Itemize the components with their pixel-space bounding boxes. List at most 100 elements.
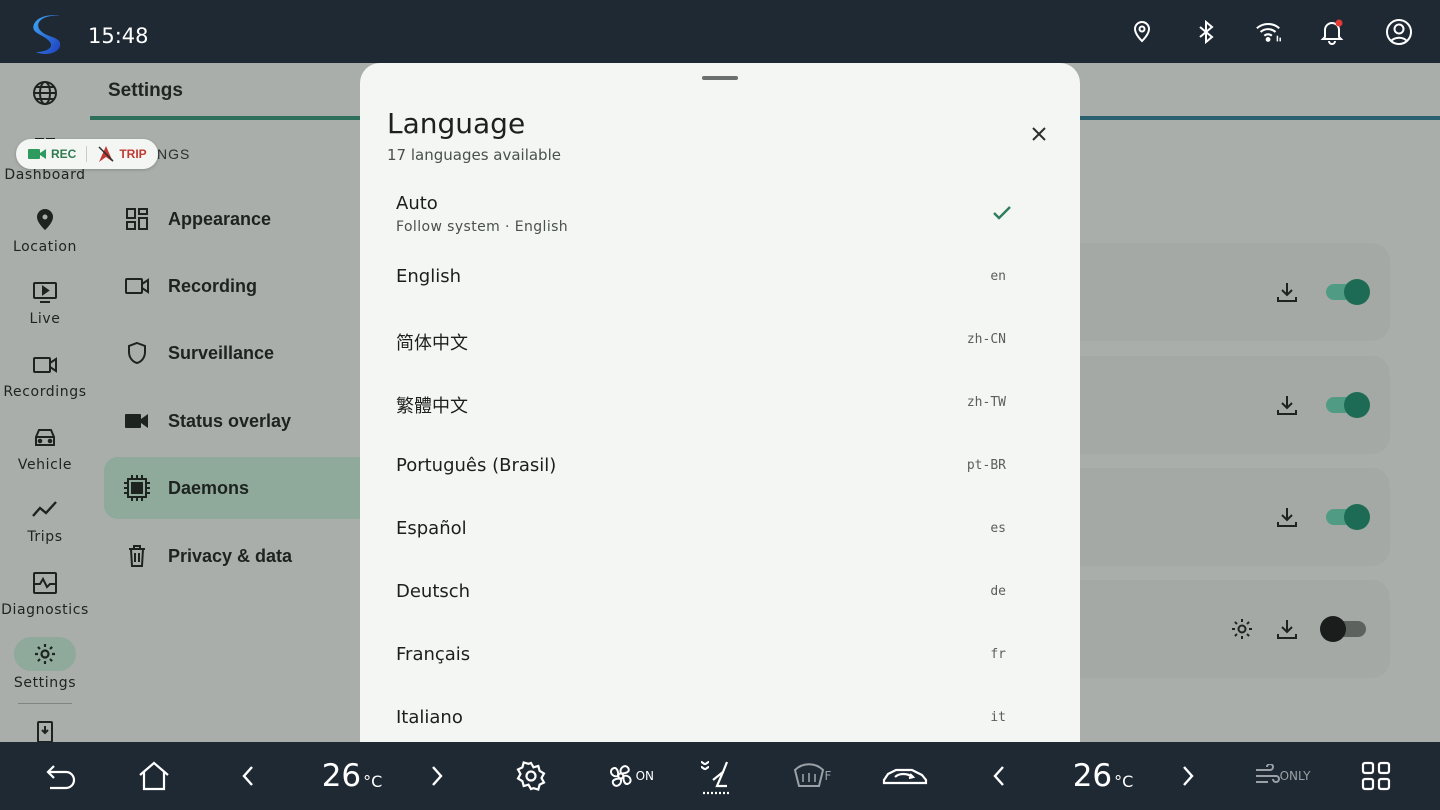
rail-item-recordings[interactable]: Recordings (0, 346, 90, 418)
menu-item-status-overlay[interactable]: Status overlay (104, 390, 360, 452)
menu-item-privacy[interactable]: Privacy & data (104, 525, 360, 587)
location-icon (30, 205, 60, 235)
language-option-auto[interactable]: Auto Follow system · English (380, 181, 1050, 247)
language-name: Português (Brasil) (396, 455, 557, 476)
temp-unit: °C (1114, 771, 1134, 791)
chevron-left-icon (242, 766, 253, 786)
settings-icon (14, 637, 76, 671)
wifi-icon[interactable] (1255, 18, 1283, 46)
language-option[interactable]: 繁體中文 zh-TW (380, 373, 1050, 436)
right-temp-display: 26 °C (1069, 756, 1137, 796)
language-option[interactable]: 简体中文 zh-CN (380, 310, 1050, 373)
daemon-toggle[interactable] (1326, 504, 1370, 530)
rail-label: Trips (27, 529, 63, 545)
rail-item-live[interactable]: Live (0, 273, 90, 345)
rec-trip-badge[interactable]: REC TRIP (16, 139, 158, 169)
close-button[interactable] (1024, 119, 1054, 149)
menu-item-appearance[interactable]: Appearance (104, 188, 360, 250)
download-icon[interactable] (1273, 278, 1301, 306)
home-button[interactable] (135, 756, 173, 796)
download-icon[interactable] (1273, 615, 1301, 643)
badge-separator (86, 146, 88, 162)
language-code: it (990, 710, 1006, 725)
daemon-card (1080, 356, 1390, 454)
account-icon[interactable] (1385, 18, 1413, 46)
right-temp-down-button[interactable] (987, 756, 1011, 796)
ac-only-button[interactable]: ONLY (1250, 756, 1314, 796)
download-icon[interactable] (1273, 391, 1301, 419)
rail-label: Settings (13, 675, 77, 691)
left-temp-display: 26 °C (318, 756, 386, 796)
language-name: Italiano (396, 707, 463, 728)
daemon-toggle[interactable] (1320, 616, 1366, 642)
dialog-subtitle: 17 languages available (387, 146, 561, 164)
app-grid-button[interactable] (1358, 756, 1394, 796)
download-icon[interactable] (1273, 503, 1301, 531)
globe-icon[interactable] (31, 79, 59, 107)
recirculation-button[interactable] (880, 756, 930, 796)
language-sub: Follow system · English (396, 219, 569, 235)
rail-label: Live (29, 311, 61, 327)
recording-icon (122, 271, 152, 301)
live-icon (30, 277, 60, 307)
fan-icon (609, 765, 632, 787)
back-button[interactable] (42, 756, 80, 796)
language-name: Français (396, 644, 471, 665)
language-name: 繁體中文 (396, 396, 468, 417)
menu-label: Privacy & data (168, 545, 293, 566)
rail-label: Location (12, 239, 77, 255)
menu-label: Surveillance (168, 342, 275, 363)
install-icon[interactable] (33, 719, 57, 743)
rail-label: Diagnostics (1, 602, 89, 618)
language-option[interactable]: Deutsch de (380, 562, 1050, 625)
fan-label: ON (635, 769, 654, 783)
rail-item-diagnostics[interactable]: Diagnostics (0, 564, 90, 636)
daemon-card (1080, 243, 1390, 341)
right-temp-up-button[interactable] (1176, 756, 1200, 796)
seat-airflow-icon (700, 760, 729, 795)
rail-item-vehicle[interactable]: Vehicle (0, 419, 90, 491)
air-only-icon (1255, 764, 1280, 783)
fan-button[interactable]: ON (606, 756, 654, 796)
climate-settings-button[interactable] (512, 756, 550, 796)
menu-item-surveillance[interactable]: Surveillance (104, 322, 360, 384)
language-code: zh-TW (966, 395, 1006, 410)
location-pin-icon[interactable] (1128, 18, 1156, 46)
left-temp-up-button[interactable] (425, 756, 449, 796)
temp-unit: °C (363, 771, 383, 791)
language-option[interactable]: Italiano it (380, 688, 1050, 742)
bluetooth-icon[interactable] (1192, 18, 1220, 46)
language-option[interactable]: English en (380, 247, 1050, 310)
rail-item-settings[interactable]: Settings (0, 635, 90, 707)
rail-item-location[interactable]: Location (0, 201, 90, 273)
language-option[interactable]: Français fr (380, 625, 1050, 688)
menu-label: Appearance (168, 208, 272, 229)
language-option[interactable]: Español es (380, 499, 1050, 562)
defrost-button[interactable]: F (788, 756, 836, 796)
language-option[interactable]: Português (Brasil) pt-BR (380, 436, 1050, 499)
camera-icon (122, 406, 152, 436)
check-icon (993, 206, 1011, 220)
trips-icon (30, 495, 60, 525)
rail-item-trips[interactable]: Trips (0, 491, 90, 563)
system-bar: 26 °C ON F 26 °C ONLY (0, 742, 1440, 810)
daemon-toggle[interactable] (1326, 392, 1370, 418)
gear-icon[interactable] (1228, 615, 1256, 643)
drag-handle[interactable] (702, 76, 738, 80)
rec-camera-icon (28, 149, 46, 159)
rail-label: Recordings (3, 384, 87, 400)
daemon-card (1080, 468, 1390, 566)
menu-item-daemons[interactable]: Daemons (104, 457, 360, 519)
daemon-toggle[interactable] (1326, 279, 1370, 305)
language-code: pt-BR (966, 458, 1006, 473)
rail-label: Dashboard (4, 167, 86, 183)
menu-item-recording[interactable]: Recording (104, 255, 360, 317)
defrost-label: F (824, 769, 832, 783)
tab-indicator (90, 116, 360, 120)
menu-label: Recording (168, 275, 258, 296)
language-code: es (990, 521, 1006, 536)
notification-bell-icon[interactable] (1318, 18, 1346, 46)
right-temp-value: 26 (1072, 758, 1113, 794)
left-temp-down-button[interactable] (236, 756, 260, 796)
airflow-button[interactable] (696, 756, 738, 796)
